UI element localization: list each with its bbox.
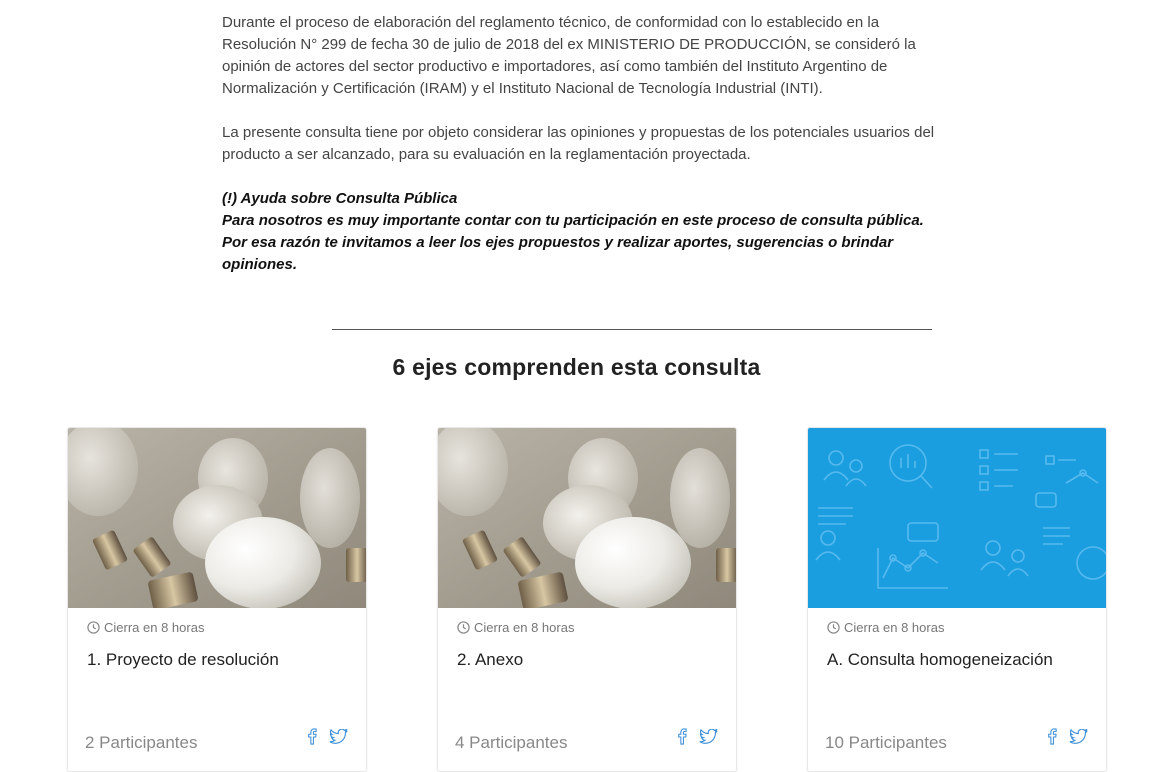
card-title[interactable]: 1. Proyecto de resolución [87,650,279,670]
facebook-icon[interactable] [307,728,317,745]
section-title: 6 ejes comprenden esta consulta [392,354,761,380]
card-title[interactable]: 2. Anexo [457,650,523,670]
facebook-icon[interactable] [677,728,687,745]
twitter-icon[interactable] [1069,728,1088,745]
intro-text: Durante el proceso de elaboración del re… [222,12,952,276]
help-title: (!) Ayuda sobre Consulta Pública [222,190,458,207]
twitter-icon[interactable] [699,728,718,745]
closing-time: Cierra en 8 horas [87,620,204,635]
intro-paragraph: La presente consulta tiene por objeto co… [222,124,935,163]
closing-time-label: Cierra en 8 horas [104,620,205,635]
share-links [677,728,718,745]
card-title[interactable]: A. Consulta homogeneización [827,650,1053,670]
participants-count: 10 Participantes [825,733,947,752]
closing-time-label: Cierra en 8 horas [474,620,575,635]
section-divider [332,329,932,330]
light-bulbs-photo [68,428,366,608]
share-links [307,728,348,745]
clock-icon [87,621,100,634]
closing-time: Cierra en 8 horas [827,620,944,635]
participants-count: 4 Participantes [455,733,568,752]
axis-card[interactable]: Cierra en 8 horas 2. Anexo 4 Participant… [437,427,737,772]
light-bulbs-photo [438,428,736,608]
share-links [1047,728,1088,745]
help-text: Para nosotros es muy importante contar c… [222,212,924,229]
clock-icon [827,621,840,634]
twitter-icon[interactable] [329,728,348,745]
help-text: Por esa razón te invitamos a leer los ej… [222,234,894,273]
closing-time-label: Cierra en 8 horas [844,620,945,635]
blue-icons-pattern [808,428,1106,608]
clock-icon [457,621,470,634]
axis-card[interactable]: Cierra en 8 horas 1. Proyecto de resoluc… [67,427,367,772]
participants-count: 2 Participantes [85,733,198,752]
closing-time: Cierra en 8 horas [457,620,574,635]
facebook-icon[interactable] [1047,728,1057,745]
intro-paragraph: Durante el proceso de elaboración del re… [222,14,916,97]
axis-card[interactable]: Cierra en 8 horas A. Consulta homogeneiz… [807,427,1107,772]
help-block: (!) Ayuda sobre Consulta Pública Para no… [222,188,952,276]
